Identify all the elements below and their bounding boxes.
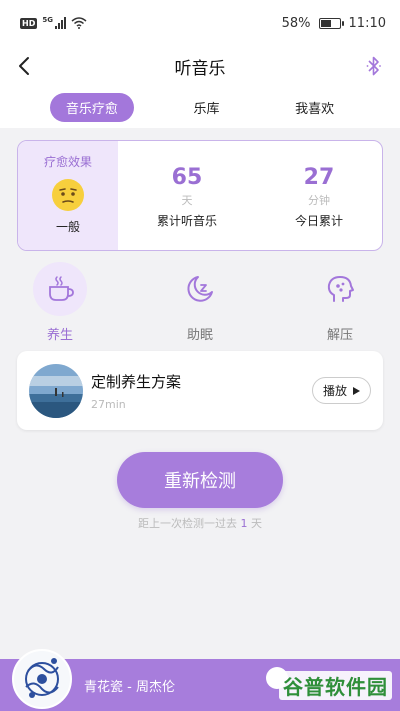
head-relax-icon [327,276,354,302]
neutral-face-icon [52,179,84,211]
porcelain-art-image [14,651,70,707]
tab-music-therapy[interactable]: 音乐疗愈 [49,92,134,122]
status-left: HD 5G [20,15,87,29]
play-icon [353,386,360,395]
status-bar: HD 5G 58% 11:10 [0,0,400,46]
stat-minutes-label: 今日累计 [294,214,343,228]
moon-sleep-icon [187,276,213,302]
tab-music-library[interactable]: 乐库 [177,93,235,122]
effect-panel: 疗愈效果 一般 [18,141,118,250]
stats-card: 疗愈效果 一般 65 天 累计听音乐 27 分钟 今日累计 [17,140,383,251]
feature-row: 养生 助眠 解压 [17,262,383,343]
nav-bar: 听音乐 [0,46,400,86]
stat-days-label: 累计听音乐 [156,214,217,228]
clock: 11:10 [348,15,386,31]
now-playing-title: 青花瓷 - 周杰伦 [84,679,175,695]
stat-minutes-unit: 分钟 [307,194,330,207]
feature-health-icon-wrap [33,262,87,316]
hd-badge: HD [20,17,38,29]
feature-health-label: 养生 [46,328,73,343]
tab-bar: 音乐疗愈 乐库 我喜欢 [0,86,400,128]
effect-label: 疗愈效果 [43,155,92,169]
stats-panel: 65 天 累计听音乐 27 分钟 今日累计 [118,141,382,250]
plan-duration: 27min [91,397,126,411]
signal-icon [54,17,66,29]
mini-player[interactable]: 青花瓷 - 周杰伦 谷普软件园 [0,649,400,711]
tab-favorites[interactable]: 我喜欢 [279,93,350,122]
feature-relax-label: 解压 [326,328,353,343]
last-test-prefix: 距上一次检测一过去 [138,517,237,530]
seaside-image [29,363,83,418]
status-right: 58% 11:10 [282,16,386,31]
chevron-left-icon [19,57,29,75]
network-type: 5G [42,15,53,24]
watermark-logo: 谷普软件园 [279,671,392,700]
plan-title: 定制养生方案 [91,372,182,391]
bluetooth-button[interactable] [360,52,388,80]
battery-icon [318,17,344,29]
stat-minutes-value: 27 [303,165,335,190]
battery-fill [320,19,331,27]
plan-info: 定制养生方案 27min [91,371,312,411]
stat-days-value: 65 [171,165,203,190]
plan-thumbnail [29,363,83,418]
page-title: 听音乐 [174,58,226,79]
feature-sleep-icon-wrap [173,262,227,316]
retest-button[interactable]: 重新检测 [117,452,283,508]
last-test-days: 1 [240,517,248,530]
last-test-suffix: 天 [251,517,262,530]
play-button-label: 播放 [322,384,347,398]
feature-sleep[interactable]: 助眠 [165,262,235,343]
bluetooth-icon [366,56,381,76]
plan-card[interactable]: 定制养生方案 27min 播放 [17,351,383,430]
stat-days-unit: 天 [181,194,193,207]
effect-value: 一般 [55,220,80,234]
play-button[interactable]: 播放 [311,377,371,404]
stat-today-minutes: 27 分钟 今日累计 [295,165,343,250]
last-test-hint: 距上一次检测一过去 1 天 [0,515,400,531]
battery-percent: 58% [281,15,311,31]
back-button[interactable] [10,52,38,80]
teacup-icon [49,276,74,301]
stat-total-days: 65 天 累计听音乐 [157,165,217,250]
album-art [12,649,72,709]
wifi-icon [71,17,87,29]
feature-health[interactable]: 养生 [25,262,95,343]
feature-relax-icon-wrap [313,262,367,316]
feature-sleep-label: 助眠 [186,328,213,343]
feature-relax[interactable]: 解压 [305,262,375,343]
